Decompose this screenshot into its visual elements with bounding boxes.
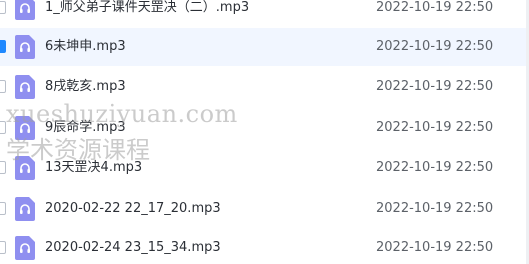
- file-row[interactable]: 13天罡决4.mp3 2022-10-19 22:50: [0, 149, 529, 187]
- row-checkbox[interactable]: [0, 1, 6, 14]
- file-name[interactable]: 8戌乾亥.mp3: [45, 68, 126, 106]
- audio-file-icon: [15, 197, 35, 221]
- audio-file-icon: [15, 116, 35, 140]
- row-checkbox-checked[interactable]: [0, 40, 6, 53]
- file-row[interactable]: 9辰命学.mp3 2022-10-19 22:50: [0, 109, 529, 147]
- row-checkbox[interactable]: [0, 121, 6, 134]
- file-name[interactable]: 1_师父弟子课件天罡决（二）.mp3: [45, 0, 249, 27]
- file-name[interactable]: 9辰命学.mp3: [45, 109, 126, 147]
- file-date: 2022-10-19 22:50: [376, 240, 494, 255]
- file-date: 2022-10-19 22:50: [376, 79, 494, 94]
- file-row-selected[interactable]: 6未坤申.mp3 2022-10-19 22:50: [0, 28, 529, 66]
- file-row[interactable]: 1_师父弟子课件天罡决（二）.mp3 2022-10-19 22:50: [0, 0, 529, 27]
- file-date: 2022-10-19 22:50: [376, 39, 494, 54]
- file-name[interactable]: 2020-02-22 22_17_20.mp3: [45, 190, 221, 228]
- file-name[interactable]: 6未坤申.mp3: [45, 28, 126, 66]
- file-row[interactable]: 2020-02-22 22_17_20.mp3 2022-10-19 22:50: [0, 190, 529, 228]
- file-date: 2022-10-19 22:50: [376, 160, 494, 175]
- file-row[interactable]: 2020-02-24 23_15_34.mp3 2022-10-19 22:50: [0, 229, 529, 264]
- file-date: 2022-10-19 22:50: [376, 201, 494, 216]
- file-list: 1_师父弟子课件天罡决（二）.mp3 2022-10-19 22:50 6未坤申…: [0, 0, 529, 264]
- row-checkbox[interactable]: [0, 80, 6, 93]
- row-checkbox[interactable]: [0, 202, 6, 215]
- row-checkbox[interactable]: [0, 161, 6, 174]
- audio-file-icon: [15, 236, 35, 260]
- file-date: 2022-10-19 22:50: [376, 120, 494, 135]
- file-name[interactable]: 2020-02-24 23_15_34.mp3: [45, 229, 221, 264]
- audio-file-icon: [15, 75, 35, 99]
- file-name[interactable]: 13天罡决4.mp3: [45, 149, 142, 187]
- audio-file-icon: [15, 0, 35, 20]
- audio-file-icon: [15, 156, 35, 180]
- row-checkbox[interactable]: [0, 241, 6, 254]
- file-date: 2022-10-19 22:50: [376, 0, 494, 15]
- file-row[interactable]: 8戌乾亥.mp3 2022-10-19 22:50: [0, 68, 529, 106]
- audio-file-icon: [15, 35, 35, 59]
